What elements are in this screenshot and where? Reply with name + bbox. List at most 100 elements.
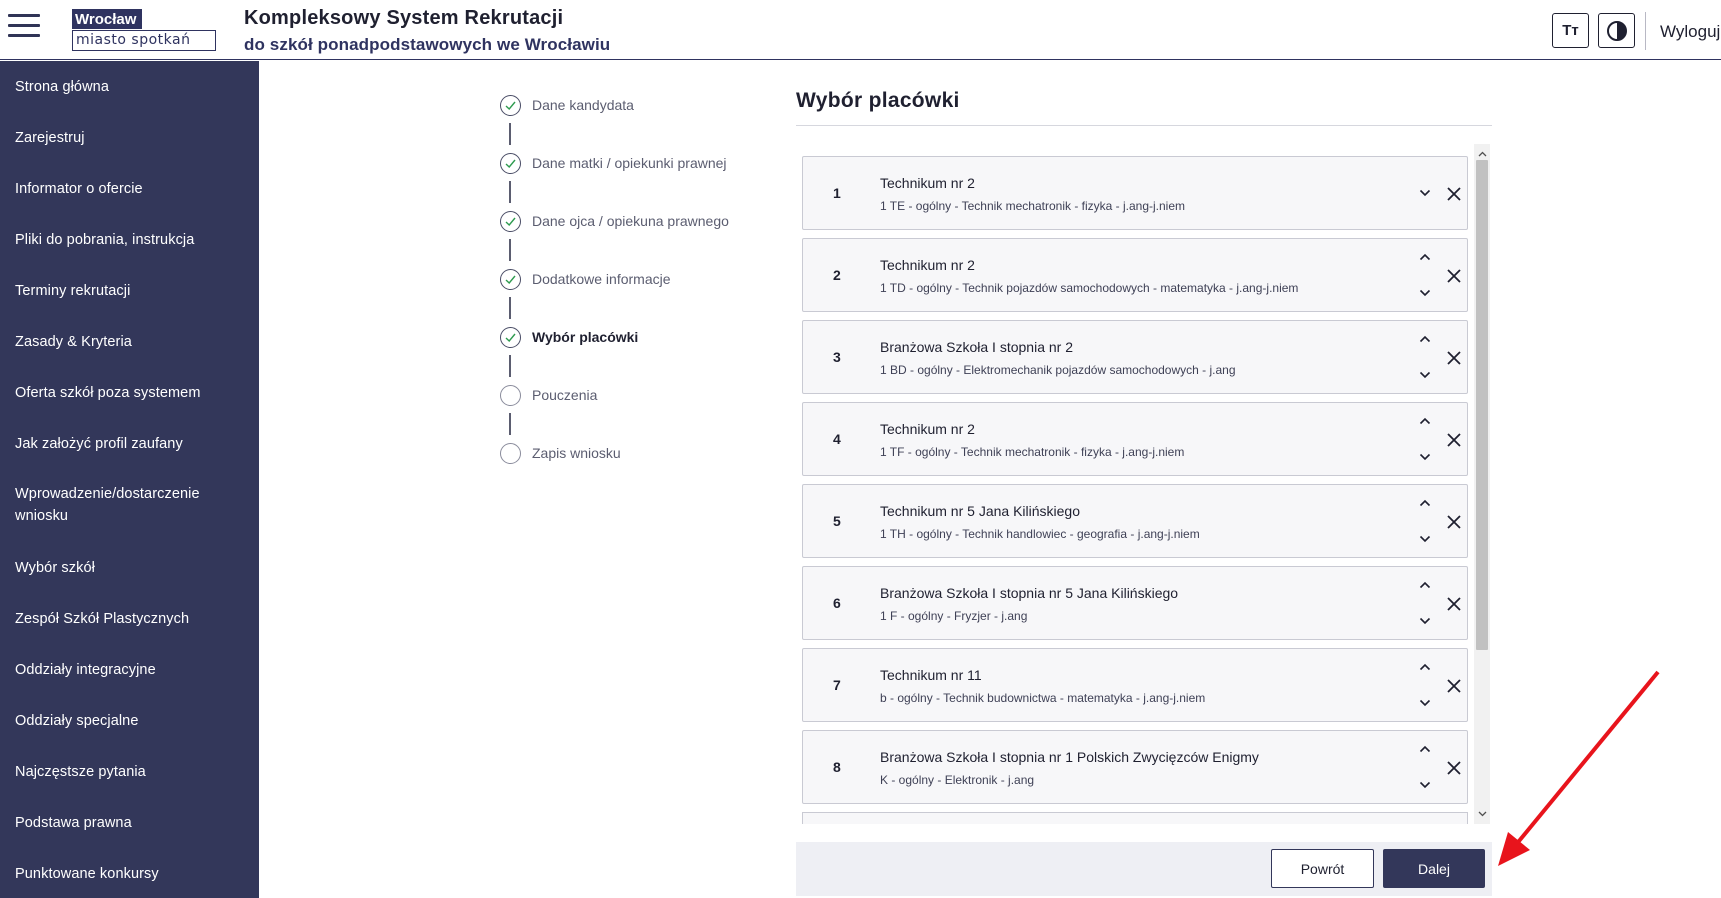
sidebar-item-integration-classes[interactable]: Oddziały integracyjne bbox=[15, 659, 245, 681]
card-priority-number: 2 bbox=[833, 267, 841, 283]
card-class-details: 1 TF - ogólny - Technik mechatronik - fi… bbox=[880, 445, 1185, 459]
font-size-button[interactable]: Tт bbox=[1552, 13, 1589, 48]
contrast-icon bbox=[1606, 20, 1627, 41]
step-label: Dane kandydata bbox=[532, 97, 634, 113]
sidebar-item-contests[interactable]: Punktowane konkursy bbox=[15, 863, 245, 885]
scrollbar-thumb[interactable] bbox=[1476, 160, 1488, 650]
chevron-down-icon[interactable] bbox=[1415, 283, 1435, 303]
card-class-details: 1 TD - ogólny - Technik pojazdów samocho… bbox=[880, 281, 1299, 295]
header-divider bbox=[1645, 12, 1646, 50]
sidebar-item-external-offer[interactable]: Oferta szkół poza systemem bbox=[15, 382, 245, 404]
close-icon[interactable] bbox=[1441, 345, 1467, 371]
check-circle-icon bbox=[500, 268, 521, 290]
close-icon[interactable] bbox=[1441, 509, 1467, 535]
chevron-down-icon[interactable] bbox=[1415, 447, 1435, 467]
chevron-up-icon[interactable] bbox=[1415, 411, 1435, 431]
card-school-name: Technikum nr 5 Jana Kilińskiego bbox=[880, 503, 1080, 519]
card-class-details: 1 BD - ogólny - Elektromechanik pojazdów… bbox=[880, 363, 1236, 377]
logout-link[interactable]: Wyloguj bbox=[1660, 22, 1720, 42]
step-label: Dodatkowe informacje bbox=[532, 271, 671, 287]
step-school-choice[interactable]: Wybór placówki bbox=[500, 325, 638, 349]
chevron-down-icon[interactable] bbox=[1415, 529, 1435, 549]
sidebar-item-rules[interactable]: Zasady & Kryteria bbox=[15, 331, 245, 353]
step-label: Wybór placówki bbox=[532, 329, 639, 345]
chevron-down-icon[interactable] bbox=[1415, 611, 1435, 631]
chevron-up-icon[interactable] bbox=[1415, 329, 1435, 349]
school-list: 1 Technikum nr 2 1 TE - ogólny - Technik… bbox=[796, 144, 1492, 824]
hamburger-menu-icon[interactable] bbox=[8, 14, 40, 44]
sidebar-item-trusted-profile[interactable]: Jak założyć profil zaufany bbox=[15, 433, 245, 455]
chevron-up-icon[interactable] bbox=[1415, 575, 1435, 595]
title-divider bbox=[796, 125, 1492, 126]
check-circle-icon bbox=[500, 152, 521, 174]
step-connector bbox=[509, 123, 511, 145]
school-card[interactable]: 5 Technikum nr 5 Jana Kilińskiego 1 TH -… bbox=[802, 484, 1468, 558]
close-icon[interactable] bbox=[1441, 673, 1467, 699]
sidebar-item-legal-basis[interactable]: Podstawa prawna bbox=[15, 812, 245, 834]
form-footer: Powrót Dalej bbox=[796, 842, 1492, 896]
card-priority-number: 5 bbox=[833, 513, 841, 529]
card-priority-number: 6 bbox=[833, 595, 841, 611]
chevron-down-icon[interactable] bbox=[1415, 183, 1435, 203]
step-connector bbox=[509, 413, 511, 435]
sidebar-item-submit-application[interactable]: Wprowadzenie/dostarczenie wniosku bbox=[15, 483, 245, 527]
school-card[interactable]: 8 Branżowa Szkoła I stopnia nr 1 Polskic… bbox=[802, 730, 1468, 804]
card-priority-number: 4 bbox=[833, 431, 841, 447]
logo-bottom-text: miasto spotkań bbox=[72, 30, 216, 51]
step-save-application[interactable]: Zapis wniosku bbox=[500, 441, 621, 465]
chevron-up-icon[interactable] bbox=[1415, 493, 1435, 513]
school-card-partial[interactable] bbox=[802, 812, 1468, 824]
school-card[interactable]: 2 Technikum nr 2 1 TD - ogólny - Technik… bbox=[802, 238, 1468, 312]
sidebar-item-home[interactable]: Strona główna bbox=[15, 76, 245, 98]
card-class-details: 1 TE - ogólny - Technik mechatronik - fi… bbox=[880, 199, 1186, 213]
step-additional-info[interactable]: Dodatkowe informacje bbox=[500, 267, 671, 291]
chevron-down-icon[interactable] bbox=[1415, 693, 1435, 713]
card-class-details: K - ogólny - Elektronik - j.ang bbox=[880, 773, 1035, 787]
step-connector bbox=[509, 355, 511, 377]
close-icon[interactable] bbox=[1441, 755, 1467, 781]
school-card[interactable]: 6 Branżowa Szkoła I stopnia nr 5 Jana Ki… bbox=[802, 566, 1468, 640]
sidebar-item-special-classes[interactable]: Oddziały specjalne bbox=[15, 710, 245, 732]
school-card[interactable]: 1 Technikum nr 2 1 TE - ogólny - Technik… bbox=[802, 156, 1468, 230]
school-card[interactable]: 4 Technikum nr 2 1 TF - ogólny - Technik… bbox=[802, 402, 1468, 476]
close-icon[interactable] bbox=[1441, 263, 1467, 289]
chevron-down-icon[interactable] bbox=[1415, 775, 1435, 795]
sidebar-item-faq[interactable]: Najczęstsze pytania bbox=[15, 761, 245, 783]
check-circle-icon bbox=[500, 326, 521, 348]
step-instructions[interactable]: Pouczenia bbox=[500, 383, 597, 407]
card-priority-number: 7 bbox=[833, 677, 841, 693]
back-button[interactable]: Powrót bbox=[1271, 849, 1374, 888]
sidebar-item-art-schools[interactable]: Zespół Szkół Plastycznych bbox=[15, 608, 245, 630]
close-icon[interactable] bbox=[1441, 591, 1467, 617]
card-class-details: 1 TH - ogólny - Technik handlowiec - geo… bbox=[880, 527, 1200, 541]
next-button[interactable]: Dalej bbox=[1383, 849, 1485, 888]
step-father-data[interactable]: Dane ojca / opiekuna prawnego bbox=[500, 209, 729, 233]
close-icon[interactable] bbox=[1441, 427, 1467, 453]
card-school-name: Branżowa Szkoła I stopnia nr 1 Polskich … bbox=[880, 749, 1259, 765]
school-card[interactable]: 3 Branżowa Szkoła I stopnia nr 2 1 BD - … bbox=[802, 320, 1468, 394]
sidebar-item-register[interactable]: Zarejestruj bbox=[15, 127, 245, 149]
sidebar-item-offer-guide[interactable]: Informator o ofercie bbox=[15, 178, 245, 200]
chevron-up-icon[interactable] bbox=[1415, 247, 1435, 267]
contrast-button[interactable] bbox=[1598, 13, 1635, 48]
chevron-down-icon[interactable] bbox=[1415, 365, 1435, 385]
scroll-down-icon[interactable] bbox=[1474, 806, 1490, 822]
school-card[interactable]: 7 Technikum nr 11 b - ogólny - Technik b… bbox=[802, 648, 1468, 722]
chevron-up-icon[interactable] bbox=[1415, 657, 1435, 677]
card-priority-number: 8 bbox=[833, 759, 841, 775]
red-arrow-annotation bbox=[1498, 670, 1660, 866]
card-priority-number: 1 bbox=[833, 185, 841, 201]
close-icon[interactable] bbox=[1441, 181, 1467, 207]
list-scrollbar[interactable] bbox=[1474, 144, 1490, 824]
card-school-name: Technikum nr 2 bbox=[880, 421, 975, 437]
wroclaw-logo[interactable]: Wrocław miasto spotkań bbox=[72, 9, 216, 51]
step-connector bbox=[509, 181, 511, 203]
step-candidate-data[interactable]: Dane kandydata bbox=[500, 93, 634, 117]
sidebar-item-downloads[interactable]: Pliki do pobrania, instrukcja bbox=[15, 229, 245, 251]
text-size-icon: Tт bbox=[1562, 22, 1579, 39]
sidebar-item-school-choice[interactable]: Wybór szkół bbox=[15, 557, 245, 579]
sidebar-item-deadlines[interactable]: Terminy rekrutacji bbox=[15, 280, 245, 302]
step-mother-data[interactable]: Dane matki / opiekunki prawnej bbox=[500, 151, 727, 175]
chevron-up-icon[interactable] bbox=[1415, 739, 1435, 759]
step-connector bbox=[509, 297, 511, 319]
